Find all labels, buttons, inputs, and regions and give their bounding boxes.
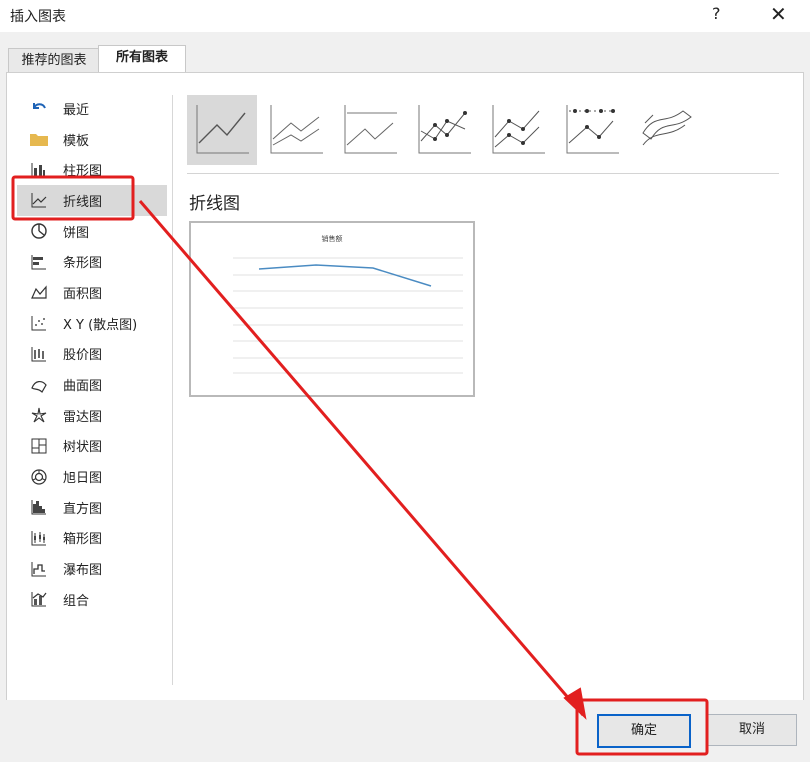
sidebar-item-bar[interactable]: 条形图 [17,246,167,277]
sidebar-item-stock[interactable]: 股价图 [17,339,167,370]
line-chart-icon [29,190,49,210]
waterfall-chart-icon [29,559,49,579]
tabs-bar: 推荐的图表 所有图表 [0,32,810,74]
sidebar-item-combo[interactable]: 组合 [17,584,167,615]
sidebar-item-recent[interactable]: 最近 [17,93,167,124]
surface-chart-icon [29,375,49,395]
sidebar-item-treemap[interactable]: 树状图 [17,431,167,462]
sidebar-item-label: 瀑布图 [63,563,103,579]
sidebar-item-line[interactable]: 折线图 [17,185,167,216]
area-chart-icon [29,282,49,302]
stock-chart-icon [29,344,49,364]
sidebar-item-radar[interactable]: 雷达图 [17,400,167,431]
sidebar-item-label: 模板 [63,133,90,149]
help-button[interactable]: ? [712,4,721,23]
tab-all-charts[interactable]: 所有图表 [98,45,186,74]
scatter-chart-icon [29,313,49,333]
histogram-chart-icon [29,497,49,517]
window-titlebar: 插入图表 ? ✕ [0,0,810,32]
undo-arrow-icon [29,98,49,118]
sidebar-item-label: 柱形图 [63,164,103,180]
sidebar-item-label: 饼图 [63,225,90,241]
preview-chart-svg: 销售额 [233,234,463,374]
subtype-line[interactable] [187,95,257,165]
pie-chart-icon [29,221,49,241]
sidebar-item-surface[interactable]: 曲面图 [17,369,167,400]
subtype-stacked-line[interactable] [261,95,331,165]
close-button[interactable]: ✕ [770,2,787,26]
sidebar-item-label: 雷达图 [63,409,103,425]
all-charts-panel: 最近 模板 柱形图 折线图 饼图 条形图 面积图 X Y (散点图) 股价图 曲… [6,72,804,702]
sidebar-item-label: 面积图 [63,286,103,302]
sidebar-item-pie[interactable]: 饼图 [17,216,167,247]
sidebar-item-scatter[interactable]: X Y (散点图) [17,308,167,339]
vertical-divider [172,95,173,685]
tab-recommended-charts[interactable]: 推荐的图表 [8,48,100,73]
sidebar-item-box[interactable]: 箱形图 [17,523,167,554]
sidebar-item-label: 箱形图 [63,532,103,548]
preview-gridlines [233,257,463,374]
column-chart-icon [29,160,49,180]
sidebar-item-sunburst[interactable]: 旭日图 [17,461,167,492]
window-title: 插入图表 [10,9,66,25]
cancel-button[interactable]: 取消 [707,714,797,746]
bar-chart-icon [29,252,49,272]
box-whisker-chart-icon [29,528,49,548]
subtype-100-stacked-line[interactable] [335,95,405,165]
subtype-3d-line[interactable] [631,95,701,165]
sidebar-item-label: 股价图 [63,348,103,364]
sidebar-item-label: 组合 [63,593,90,609]
sidebar-item-label: X Y (散点图) [63,317,138,333]
preview-chart-title: 销售额 [322,234,343,243]
sidebar-item-histogram[interactable]: 直方图 [17,492,167,523]
subtype-stacked-line-with-markers[interactable] [483,95,553,165]
sidebar-item-label: 条形图 [63,256,103,272]
folder-icon [29,129,49,149]
treemap-chart-icon [29,436,49,456]
combo-chart-icon [29,589,49,609]
sidebar-item-label: 曲面图 [63,379,103,395]
ok-button[interactable]: 确定 [597,714,691,748]
subtype-100-stacked-line-with-markers[interactable] [557,95,627,165]
chart-preview[interactable]: 销售额 [189,221,475,397]
sunburst-chart-icon [29,467,49,487]
sidebar-item-label: 直方图 [63,501,103,517]
sidebar-item-waterfall[interactable]: 瀑布图 [17,553,167,584]
chart-type-heading: 折线图 [189,194,240,214]
sidebar-item-templates[interactable]: 模板 [17,124,167,155]
sidebar-item-area[interactable]: 面积图 [17,277,167,308]
radar-chart-icon [29,405,49,425]
subtype-line-with-markers[interactable] [409,95,479,165]
sidebar-item-label: 旭日图 [63,471,103,487]
sidebar-item-label: 折线图 [63,194,103,210]
dialog-footer: 确定 取消 [0,700,810,758]
sidebar-item-column[interactable]: 柱形图 [17,154,167,185]
chart-subtype-gallery [187,95,787,165]
sidebar-item-label: 最近 [63,102,90,118]
sidebar-item-label: 树状图 [63,440,103,456]
gallery-separator [187,173,779,174]
chart-type-list: 最近 模板 柱形图 折线图 饼图 条形图 面积图 X Y (散点图) 股价图 曲… [17,93,167,615]
